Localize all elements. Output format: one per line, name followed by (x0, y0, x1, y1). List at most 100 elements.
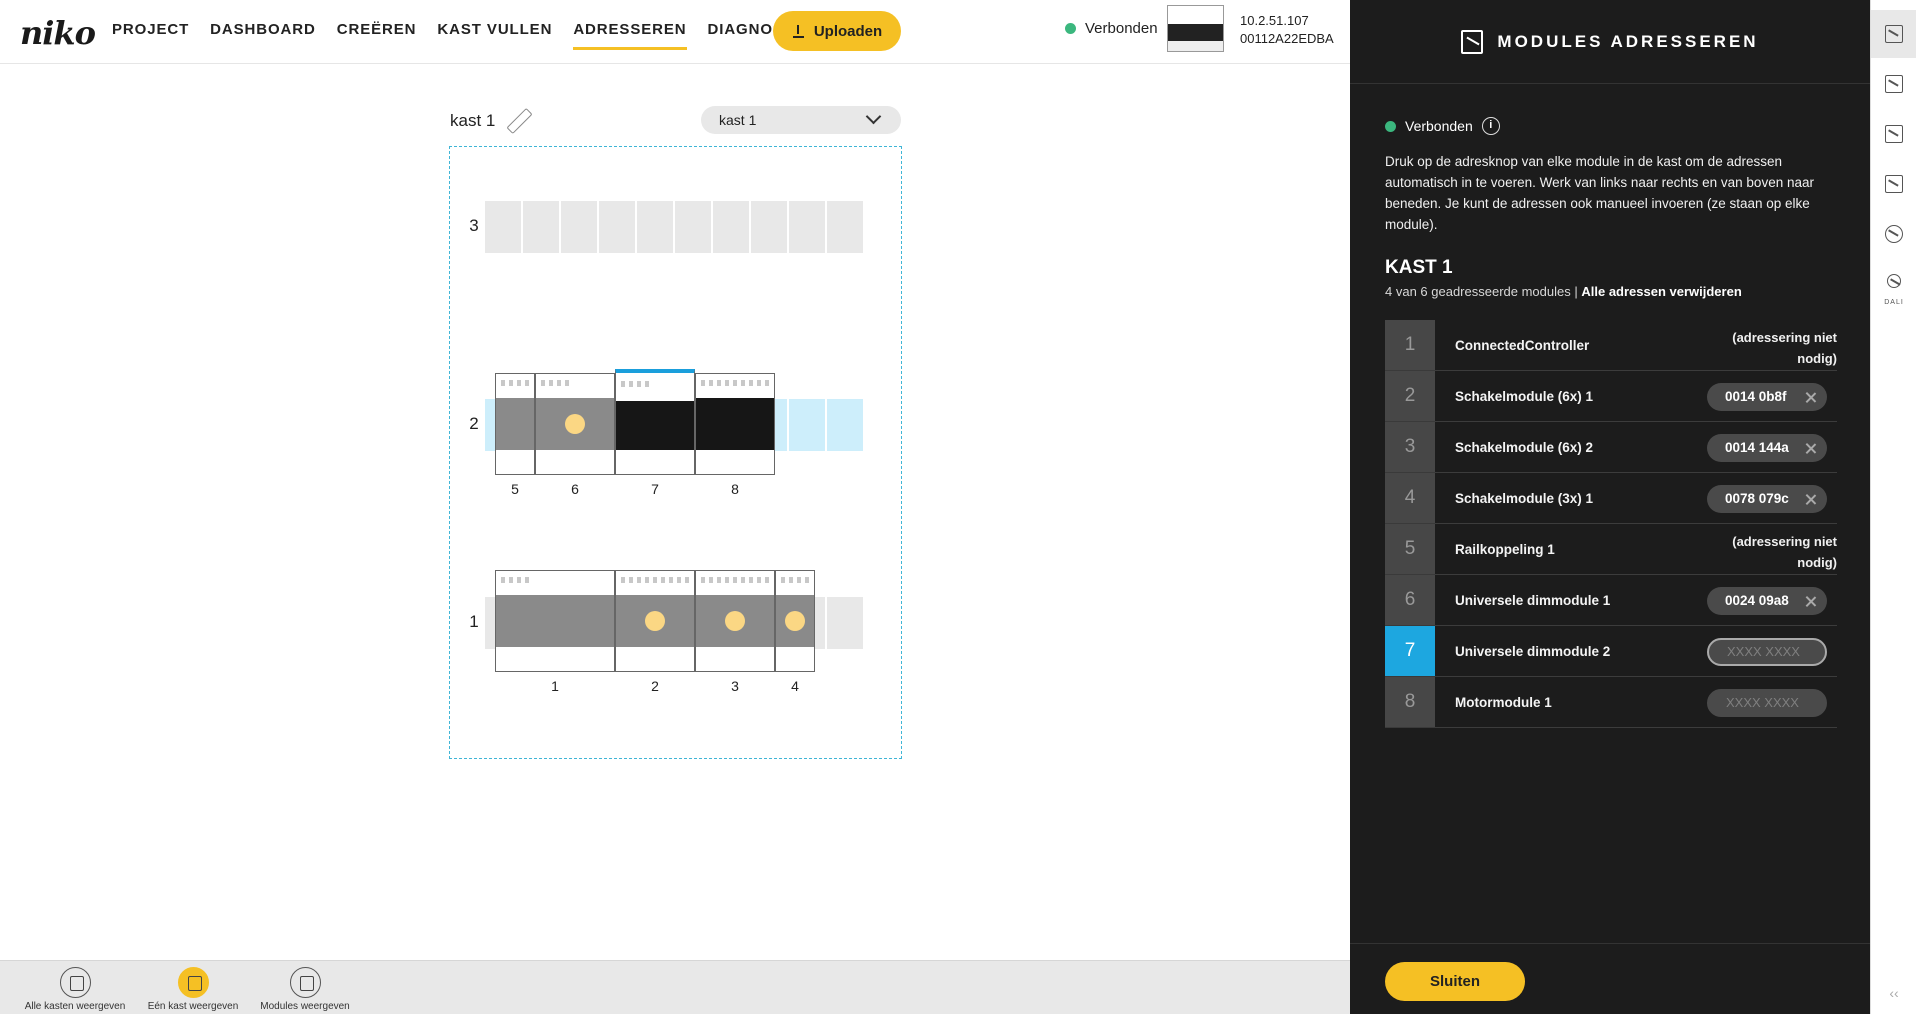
module-rail-coupler[interactable] (495, 373, 535, 475)
address-pill: 0014 144a (1707, 433, 1827, 462)
nav-kast-vullen[interactable]: KAST VULLEN (437, 0, 552, 64)
module-face (616, 595, 694, 647)
rail-number: 3 (469, 216, 479, 235)
module-row-name: ConnectedController (1455, 338, 1590, 353)
module-number: 5 (511, 481, 519, 497)
kast-dropdown[interactable]: kast 1 (701, 106, 901, 134)
view-modules-button[interactable]: Modules weergeven (252, 967, 358, 1012)
module-row-number: 2 (1385, 371, 1435, 422)
module-dimmer-1[interactable] (535, 373, 615, 475)
kast-heading: KAST 1 (1385, 257, 1453, 278)
led-row (541, 380, 571, 386)
view-all-cabinets-button[interactable]: Alle kasten weergeven (22, 967, 128, 1012)
rail-3[interactable] (485, 201, 865, 253)
clear-address-icon[interactable] (1805, 391, 1817, 403)
address-input[interactable] (1707, 688, 1827, 717)
module-address-list: 1 ConnectedController (adressering niet … (1385, 320, 1837, 728)
module-row: 8 Motormodule 1 (1385, 677, 1837, 728)
module-row: 6 Universele dimmodule 1 0024 09a8 (1385, 575, 1837, 626)
led-row (781, 577, 811, 583)
modules-addressing-icon (1885, 25, 1903, 43)
upload-button-label: Uploaden (813, 22, 883, 40)
modules-addressing-icon (1461, 29, 1484, 54)
panel-connection-status: Verbonden i (1385, 117, 1500, 135)
led-row (701, 577, 771, 583)
module-row-name: Schakelmodule (3x) 1 (1455, 491, 1594, 506)
clear-address-icon[interactable] (1805, 442, 1817, 454)
upload-icon (792, 24, 805, 38)
no-address-needed-note: (adressering niet nodig) (1732, 330, 1837, 366)
module-face (496, 398, 534, 450)
module-number: 7 (651, 481, 659, 497)
strip-item-5[interactable] (1871, 210, 1916, 258)
module-motor[interactable] (695, 373, 775, 475)
controller-info: 10.2.51.107 00112A22EDBA (1240, 12, 1334, 48)
module-row-name: Universele dimmodule 1 (1455, 593, 1611, 608)
info-icon[interactable]: i (1481, 117, 1500, 135)
strip-item-4[interactable] (1871, 160, 1916, 208)
nav-creeren[interactable]: CREËREN (337, 0, 417, 64)
strip-item-2[interactable] (1871, 60, 1916, 108)
address-pill: 0024 09a8 (1707, 586, 1827, 615)
module-face (536, 398, 614, 450)
pencil-icon[interactable] (505, 108, 531, 134)
strip-item-3[interactable] (1871, 110, 1916, 158)
panel-footer: Sluiten (1350, 943, 1870, 1014)
nav-adresseren[interactable]: ADRESSEREN (573, 0, 687, 64)
module-switch-6x-2[interactable] (695, 570, 775, 672)
remove-all-addresses-link[interactable]: Alle adressen verwijderen (1581, 284, 1741, 299)
main-nav: PROJECT DASHBOARD CREËREN KAST VULLEN AD… (112, 0, 833, 64)
cabinets-icon (59, 967, 91, 998)
wireless-icon (1885, 225, 1903, 243)
kast-title: kast 1 (450, 108, 531, 134)
connected-dot-icon (1385, 120, 1396, 132)
address-input[interactable] (1707, 637, 1827, 666)
module-row-number: 1 (1385, 320, 1435, 371)
module-number: 4 (791, 678, 799, 694)
controller-mac: 00112A22EDBA (1240, 31, 1334, 46)
module-face (776, 595, 814, 647)
panel-header: MODULES ADRESSEREN (1350, 0, 1870, 84)
upload-button[interactable]: Uploaden (773, 11, 901, 51)
module-row-number: 4 (1385, 473, 1435, 524)
address-count: 4 van 6 geadresseerde modules | (1385, 284, 1578, 299)
module-row-name: Schakelmodule (6x) 2 (1455, 440, 1594, 455)
niko-logo[interactable]: niko (20, 14, 96, 52)
kast-name: kast 1 (450, 111, 496, 130)
strip-item-dali[interactable]: DALI (1871, 262, 1916, 310)
led-row (501, 577, 531, 583)
tool-strip: DALI ‹‹ (1870, 0, 1916, 1014)
module-row-name: Schakelmodule (6x) 1 (1455, 389, 1594, 404)
module-switch-6x-1[interactable] (615, 570, 695, 672)
module-row-name: Motormodule 1 (1455, 695, 1552, 710)
nav-dashboard[interactable]: DASHBOARD (210, 0, 316, 64)
no-address-needed-note: (adressering niet nodig) (1732, 534, 1837, 570)
nav-project[interactable]: PROJECT (112, 0, 189, 64)
touch-device-icon (1885, 125, 1903, 143)
module-row-name: Universele dimmodule 2 (1455, 644, 1611, 659)
chevron-down-icon (865, 108, 882, 125)
close-button[interactable]: Sluiten (1385, 962, 1525, 1001)
address-pill: 0078 079c (1707, 484, 1827, 513)
view-one-cabinet-button[interactable]: Eén kast weergeven (140, 967, 246, 1012)
clear-address-icon[interactable] (1805, 595, 1817, 607)
connected-dot-icon (1065, 23, 1076, 34)
clear-address-icon[interactable] (1805, 493, 1817, 505)
module-row: 1 ConnectedController (adressering niet … (1385, 320, 1837, 371)
module-row: 4 Schakelmodule (3x) 1 0078 079c (1385, 473, 1837, 524)
module-connected-controller[interactable] (495, 570, 615, 672)
cabinet-icon (177, 967, 209, 998)
dimmer-knob-icon (565, 414, 585, 434)
strip-modules-addressing[interactable] (1871, 10, 1916, 58)
module-switch-3x[interactable] (775, 570, 815, 672)
controller-thumbnail[interactable] (1167, 5, 1224, 52)
collapse-panel-icon[interactable]: ‹‹ (1871, 985, 1916, 1001)
led-row (621, 577, 691, 583)
module-face (696, 398, 774, 450)
address-value: 0024 09a8 (1725, 593, 1789, 608)
panel-status-label: Verbonden (1405, 118, 1473, 134)
module-row-number: 5 (1385, 524, 1435, 575)
module-row-active: 7 Universele dimmodule 2 (1385, 626, 1837, 677)
module-face (496, 595, 614, 647)
module-dimmer-2[interactable] (615, 369, 695, 475)
